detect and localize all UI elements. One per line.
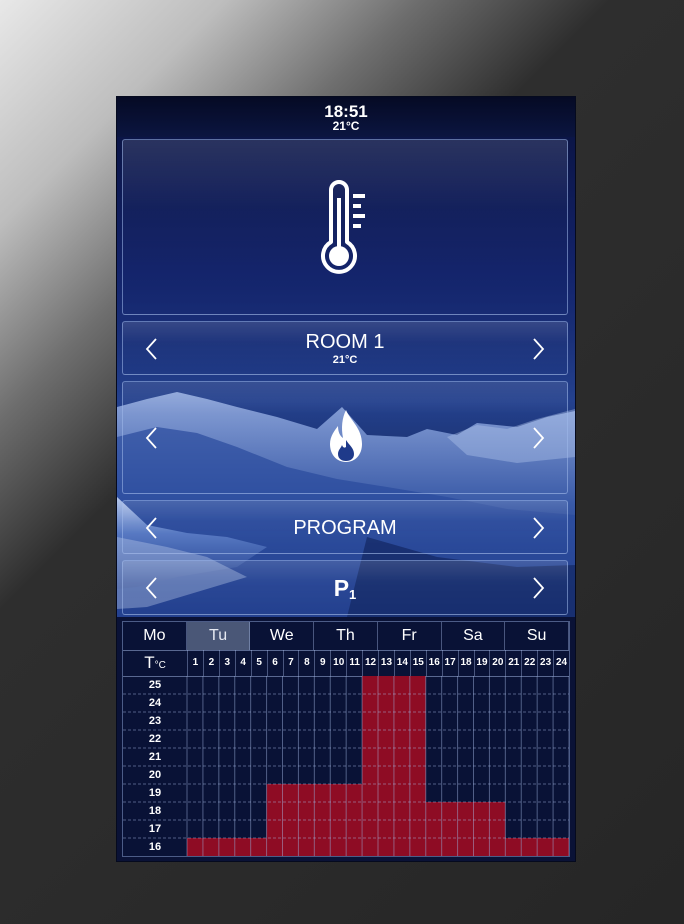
- temp-row-label: 25: [148, 679, 162, 691]
- hour-label: 10: [330, 650, 346, 676]
- weekly-schedule: Mo Tu We Th Fr Sa Su T°C 1 2 3 4 5 6 7 8 9 10 11 12 13 14 15…: [122, 621, 570, 857]
- profile-letter: P: [333, 575, 350, 601]
- current-temperature: 21°C: [332, 119, 360, 133]
- hour-label: 20: [489, 650, 505, 676]
- profile-selector: P1: [122, 560, 568, 615]
- hour-header: T°C 1 2 3 4 5 6 7 8 9 10 11 12 13 14 15 16 17 18 19 20 21 22 2…: [123, 650, 569, 677]
- day-tab-mo[interactable]: Mo: [123, 622, 187, 650]
- day-tab-fr[interactable]: Fr: [378, 622, 442, 650]
- temp-row-label: 16: [148, 841, 162, 853]
- temp-row-label: 17: [148, 823, 162, 835]
- program-selector: PROGRAM: [122, 500, 568, 554]
- day-tab-tu[interactable]: Tu: [186, 622, 251, 650]
- hour-label: 15: [409, 650, 426, 676]
- chevron-right-icon[interactable]: [525, 337, 549, 361]
- hour-label: 24: [553, 650, 569, 676]
- setpoint-bar[interactable]: [473, 802, 490, 856]
- setpoint-bar[interactable]: [393, 676, 410, 856]
- room-selector: ROOM 1 21°C: [122, 321, 568, 375]
- day-tab-we[interactable]: We: [250, 622, 315, 650]
- temp-row-label: 24: [148, 697, 162, 709]
- hour-label: 1: [187, 650, 203, 676]
- hour-label: 7: [282, 650, 299, 676]
- temp-row-label: 19: [148, 787, 162, 799]
- chevron-left-icon[interactable]: [141, 426, 165, 450]
- temp-row-label: 21: [148, 751, 162, 763]
- day-tab-su[interactable]: Su: [505, 622, 569, 650]
- hour-label: 11: [346, 650, 362, 676]
- schedule-bars[interactable]: [123, 676, 569, 856]
- day-tab-th[interactable]: Th: [314, 622, 378, 650]
- thermometer-icon: [317, 180, 379, 285]
- hour-label: 2: [202, 650, 219, 676]
- hour-label: 23: [537, 650, 553, 676]
- hour-label: 5: [250, 650, 267, 676]
- hour-label: 16: [425, 650, 442, 676]
- clock: 18:51: [324, 102, 368, 121]
- scene-background: ROOM 1 21°C PROGRAM P1: [117, 137, 575, 617]
- setpoint-bar[interactable]: [489, 802, 506, 856]
- hour-label: 18: [457, 650, 474, 676]
- flame-icon: [328, 410, 364, 467]
- hour-label: 22: [521, 650, 537, 676]
- hour-label: 13: [378, 650, 394, 676]
- temp-row-label: 18: [148, 805, 162, 817]
- thermostat-screen: 18:51 21°C ROOM 1 21°C PROGRAM P1 Mo Tu …: [117, 97, 575, 861]
- temp-unit-letter: T: [144, 653, 155, 672]
- hour-label: 9: [314, 650, 330, 676]
- profile-number: 1: [349, 587, 357, 602]
- chevron-right-icon[interactable]: [525, 516, 549, 540]
- setpoint-bar[interactable]: [250, 838, 267, 856]
- setpoint-bar[interactable]: [314, 784, 331, 856]
- schedule-grid[interactable]: 25 24 23 22 21 20 19 18 17 16: [123, 676, 569, 856]
- setpoint-bar[interactable]: [187, 838, 203, 856]
- setpoint-bar[interactable]: [521, 838, 538, 856]
- setpoint-bar[interactable]: [202, 838, 219, 856]
- hour-label: 19: [473, 650, 490, 676]
- setpoint-bar[interactable]: [234, 838, 251, 856]
- chevron-right-icon[interactable]: [525, 426, 549, 450]
- setpoint-bar[interactable]: [218, 838, 235, 856]
- temp-row-label: 22: [148, 733, 162, 745]
- hour-label: 3: [218, 650, 235, 676]
- hour-label: 14: [393, 650, 410, 676]
- day-tab-sa[interactable]: Sa: [442, 622, 506, 650]
- temp-unit-suffix: °C: [154, 660, 166, 671]
- status-bar: 18:51 21°C: [117, 97, 575, 137]
- setpoint-bar[interactable]: [441, 802, 458, 856]
- temp-unit-label: T°C: [123, 650, 187, 676]
- setpoint-bar[interactable]: [457, 802, 474, 856]
- setpoint-bar[interactable]: [505, 838, 522, 856]
- day-tabs: Mo Tu We Th Fr Sa Su: [123, 622, 569, 651]
- temp-row-label: 20: [148, 769, 162, 781]
- temp-row-label: 23: [148, 715, 162, 727]
- profile-name: P1: [123, 575, 567, 608]
- temperature-panel[interactable]: [122, 139, 568, 315]
- setpoint-bar[interactable]: [553, 838, 569, 856]
- mode-selector: [122, 381, 568, 494]
- hour-label: 6: [266, 650, 283, 676]
- setpoint-bar[interactable]: [425, 802, 442, 856]
- chevron-right-icon[interactable]: [525, 576, 549, 600]
- hour-label: 12: [362, 650, 378, 676]
- hour-label: 21: [505, 650, 521, 676]
- room-name: ROOM 1: [305, 331, 385, 353]
- program-label: PROGRAM: [293, 517, 397, 539]
- hour-label: 8: [298, 650, 314, 676]
- setpoint-bar[interactable]: [537, 838, 554, 856]
- hour-label: 17: [441, 650, 458, 676]
- room-temperature: 21°C: [332, 354, 358, 366]
- hour-label: 4: [234, 650, 251, 676]
